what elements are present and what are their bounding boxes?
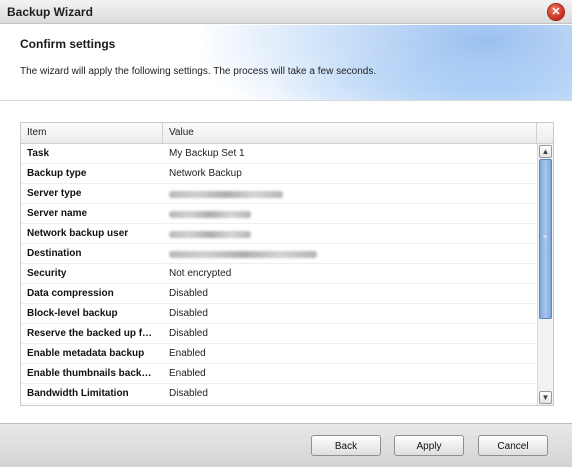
table-row[interactable]: Data compression Disabled bbox=[21, 284, 537, 304]
button-bar: Back Apply Cancel bbox=[0, 423, 572, 467]
window-title: Backup Wizard bbox=[7, 5, 93, 19]
row-item: Bandwidth Limitation bbox=[27, 388, 129, 399]
row-item: Task bbox=[27, 148, 50, 159]
redacted-value bbox=[169, 211, 251, 218]
page-description: The wizard will apply the following sett… bbox=[20, 66, 377, 77]
row-value: My Backup Set 1 bbox=[169, 148, 245, 159]
column-header-value[interactable]: Value bbox=[163, 123, 537, 143]
row-value: Network Backup bbox=[169, 168, 242, 179]
settings-table: Item Value Task My Backup Set 1 Backup t… bbox=[20, 122, 554, 406]
table-row[interactable]: Reserve the backed up f… Disabled bbox=[21, 324, 537, 344]
row-item: Server name bbox=[27, 208, 88, 219]
title-bar: Backup Wizard ✕ bbox=[0, 0, 572, 24]
row-item: Enable thumbnails back… bbox=[27, 368, 152, 379]
row-value: Disabled bbox=[169, 308, 208, 319]
row-item: Security bbox=[27, 268, 67, 279]
row-value: Disabled bbox=[169, 328, 208, 339]
row-value: Disabled bbox=[169, 288, 208, 299]
table-row[interactable]: Destination bbox=[21, 244, 537, 264]
redacted-value bbox=[169, 231, 251, 238]
column-header-item[interactable]: Item bbox=[21, 123, 163, 143]
table-body: Task My Backup Set 1 Backup type Network… bbox=[21, 144, 537, 404]
row-value: Not encrypted bbox=[169, 268, 232, 279]
table-row[interactable]: Network backup user bbox=[21, 224, 537, 244]
page-title: Confirm settings bbox=[20, 37, 116, 51]
redacted-value bbox=[169, 191, 283, 198]
row-item: Destination bbox=[27, 248, 82, 259]
table-header: Item Value bbox=[21, 123, 553, 144]
wizard-header: Confirm settings The wizard will apply t… bbox=[0, 25, 572, 101]
table-row[interactable]: Block-level backup Disabled bbox=[21, 304, 537, 324]
table-row[interactable]: Task My Backup Set 1 bbox=[21, 144, 537, 164]
content-area: Item Value Task My Backup Set 1 Backup t… bbox=[0, 101, 572, 423]
row-value: Enabled bbox=[169, 368, 206, 379]
table-row[interactable]: Security Not encrypted bbox=[21, 264, 537, 284]
chevron-up-icon[interactable]: ▲ bbox=[539, 145, 552, 158]
row-item: Reserve the backed up f… bbox=[27, 328, 153, 339]
row-item: Network backup user bbox=[27, 228, 129, 239]
row-item: Data compression bbox=[27, 288, 114, 299]
grip-icon: ≡ bbox=[543, 234, 548, 241]
table-row[interactable]: Bandwidth Limitation Disabled bbox=[21, 384, 537, 404]
close-icon[interactable]: ✕ bbox=[548, 4, 564, 20]
table-row[interactable]: Backup type Network Backup bbox=[21, 164, 537, 184]
redacted-value bbox=[169, 251, 317, 258]
row-item: Backup type bbox=[27, 168, 87, 179]
row-item: Block-level backup bbox=[27, 308, 118, 319]
row-value: Disabled bbox=[169, 388, 208, 399]
apply-button[interactable]: Apply bbox=[394, 435, 464, 456]
table-row[interactable]: Server type bbox=[21, 184, 537, 204]
table-row[interactable]: Enable metadata backup Enabled bbox=[21, 344, 537, 364]
row-item: Enable metadata backup bbox=[27, 348, 145, 359]
cancel-button[interactable]: Cancel bbox=[478, 435, 548, 456]
back-button[interactable]: Back bbox=[311, 435, 381, 456]
row-item: Server type bbox=[27, 188, 82, 199]
vertical-scrollbar[interactable]: ▲ ≡ ▼ bbox=[537, 144, 553, 405]
table-row[interactable]: Server name bbox=[21, 204, 537, 224]
row-value: Enabled bbox=[169, 348, 206, 359]
chevron-down-icon[interactable]: ▼ bbox=[539, 391, 552, 404]
table-row[interactable]: Enable thumbnails back… Enabled bbox=[21, 364, 537, 384]
scrollbar-thumb[interactable]: ≡ bbox=[539, 159, 552, 319]
